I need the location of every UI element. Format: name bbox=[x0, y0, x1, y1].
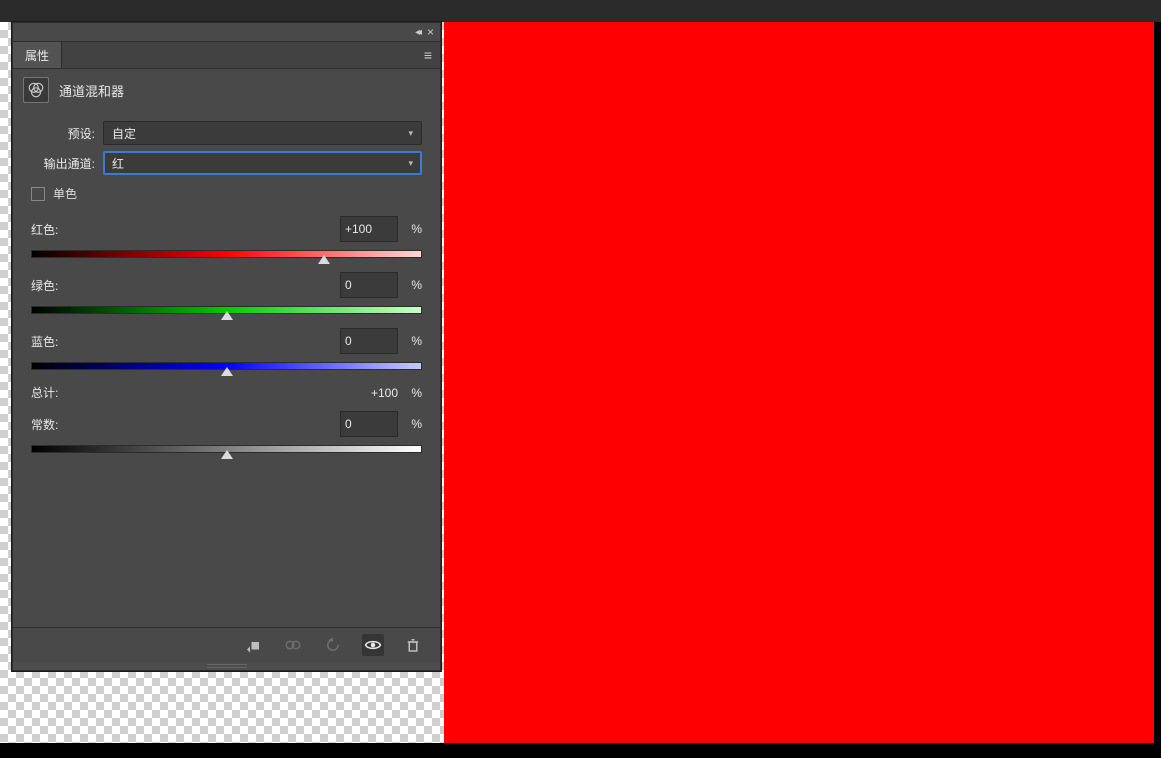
blue-input[interactable] bbox=[340, 328, 398, 354]
app-topbar bbox=[0, 0, 1161, 22]
red-input[interactable] bbox=[340, 216, 398, 242]
output-channel-label: 输出通道: bbox=[31, 155, 103, 172]
blue-slider-thumb[interactable] bbox=[221, 367, 233, 376]
chevron-down-icon: ▾ bbox=[408, 128, 413, 139]
collapse-icon[interactable]: ◂◂ bbox=[415, 27, 419, 38]
preset-label: 预设: bbox=[31, 125, 103, 142]
total-unit: % bbox=[398, 386, 422, 400]
adjustment-title: 通道混和器 bbox=[59, 81, 124, 100]
red-slider-thumb[interactable] bbox=[318, 255, 330, 264]
green-input[interactable] bbox=[340, 272, 398, 298]
red-label: 红色: bbox=[31, 221, 340, 238]
tab-properties[interactable]: 属性 bbox=[13, 42, 62, 68]
panel-resize-grip[interactable] bbox=[13, 662, 440, 670]
green-slider-thumb[interactable] bbox=[221, 311, 233, 320]
preset-select[interactable]: 自定 ▾ bbox=[103, 121, 422, 145]
panel-body: 预设: 自定 ▾ 输出通道: 红 ▾ 单色 红色: bbox=[13, 111, 440, 627]
total-label: 总计: bbox=[31, 384, 371, 401]
panel-menu-icon[interactable]: ≡ bbox=[416, 42, 440, 68]
view-previous-icon[interactable] bbox=[282, 634, 304, 656]
constant-input[interactable] bbox=[340, 411, 398, 437]
green-label: 绿色: bbox=[31, 277, 340, 294]
blue-slider-track[interactable] bbox=[31, 362, 422, 370]
blue-label: 蓝色: bbox=[31, 333, 340, 350]
chevron-down-icon: ▾ bbox=[408, 158, 413, 169]
monochrome-row: 单色 bbox=[31, 185, 422, 202]
total-row: 总计: +100 % bbox=[31, 384, 422, 401]
output-channel-select[interactable]: 红 ▾ bbox=[103, 151, 422, 175]
panel-footer bbox=[13, 627, 440, 662]
adjustment-header: 通道混和器 bbox=[13, 69, 440, 111]
green-unit: % bbox=[398, 278, 422, 292]
close-icon[interactable]: × bbox=[427, 25, 434, 39]
clip-to-layer-icon[interactable] bbox=[242, 634, 264, 656]
output-channel-value: 红 bbox=[112, 155, 124, 172]
blue-slider-block: 蓝色: % bbox=[31, 328, 422, 370]
canvas-fill[interactable] bbox=[444, 22, 1154, 743]
red-unit: % bbox=[398, 222, 422, 236]
output-channel-row: 输出通道: 红 ▾ bbox=[31, 151, 422, 175]
constant-unit: % bbox=[398, 417, 422, 431]
preset-row: 预设: 自定 ▾ bbox=[31, 121, 422, 145]
constant-slider-thumb[interactable] bbox=[221, 450, 233, 459]
constant-label: 常数: bbox=[31, 416, 340, 433]
reset-icon[interactable] bbox=[322, 634, 344, 656]
preset-value: 自定 bbox=[112, 125, 136, 142]
panel-tabs: 属性 ≡ bbox=[13, 41, 440, 69]
trash-icon[interactable] bbox=[402, 634, 424, 656]
total-value: +100 bbox=[371, 386, 398, 400]
workspace: ◂◂ × 属性 ≡ 通道混和器 预设: 自定 ▾ 输出通道: bbox=[0, 22, 1161, 743]
green-slider-block: 绿色: % bbox=[31, 272, 422, 314]
monochrome-checkbox[interactable] bbox=[31, 187, 45, 201]
app-bottombar bbox=[0, 743, 1161, 758]
blue-unit: % bbox=[398, 334, 422, 348]
constant-slider-track[interactable] bbox=[31, 445, 422, 453]
green-slider-track[interactable] bbox=[31, 306, 422, 314]
channel-mixer-icon bbox=[23, 77, 49, 103]
red-slider-block: 红色: % bbox=[31, 216, 422, 258]
panel-titlebar: ◂◂ × bbox=[13, 23, 440, 41]
properties-panel: ◂◂ × 属性 ≡ 通道混和器 预设: 自定 ▾ 输出通道: bbox=[12, 22, 441, 671]
monochrome-label: 单色 bbox=[53, 185, 77, 202]
visibility-icon[interactable] bbox=[362, 634, 384, 656]
red-slider-track[interactable] bbox=[31, 250, 422, 258]
constant-slider-block: 常数: % bbox=[31, 411, 422, 453]
